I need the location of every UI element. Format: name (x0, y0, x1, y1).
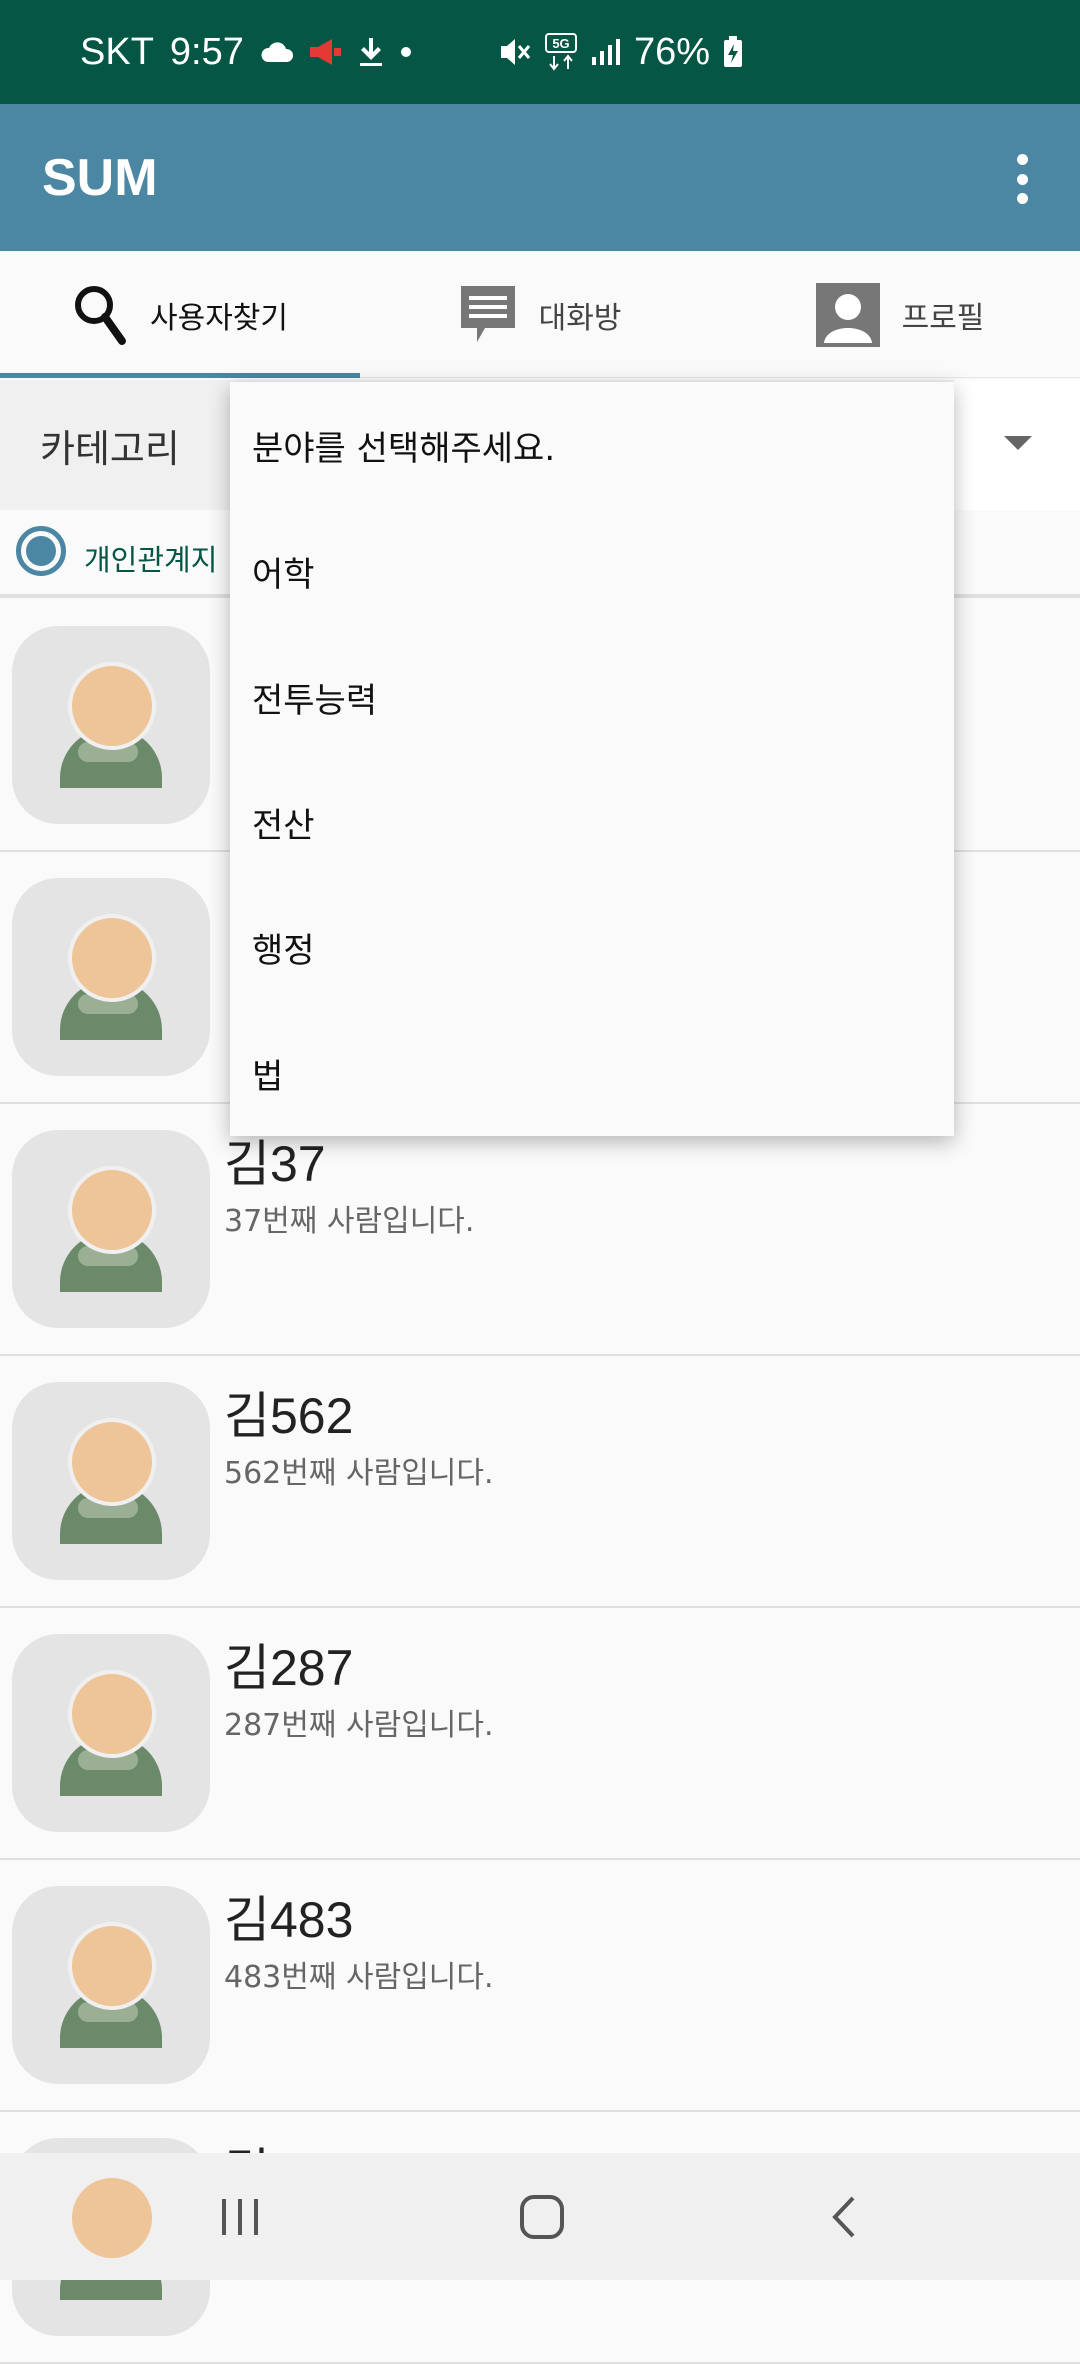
dot-icon (400, 47, 411, 57)
system-nav-bar (0, 2153, 1080, 2280)
avatar (12, 878, 210, 1076)
user-description: 483번째 사람입니다. (224, 1960, 494, 1995)
dropdown-item[interactable]: 분야를 선택해주세요. (230, 382, 954, 508)
user-name: 김287 (224, 1640, 354, 1696)
recents-icon (222, 2198, 258, 2235)
cloud-icon (261, 42, 293, 62)
dropdown-item[interactable]: 어학 (230, 508, 954, 634)
dropdown-item[interactable]: 전투능력 (230, 634, 954, 760)
list-item[interactable]: 김287 287번째 사람입니다. (0, 1608, 1080, 1860)
download-icon (359, 38, 382, 66)
person-icon (815, 282, 880, 347)
tab-label: 대화방 (538, 300, 622, 336)
avatar (12, 1382, 210, 1580)
list-item[interactable]: 김37 37번째 사람입니다. (0, 1104, 1080, 1356)
clock: 9:57 (169, 30, 244, 73)
radio-label: 개인관계지 (84, 543, 218, 577)
back-button[interactable] (744, 2153, 944, 2280)
list-item[interactable]: 김562 562번째 사람입니다. (0, 1356, 1080, 1608)
user-description: 287번째 사람입니다. (224, 1708, 494, 1743)
home-icon (520, 2194, 564, 2239)
category-label: 카테고리 (40, 427, 180, 471)
user-description: 37번째 사람입니다. (224, 1204, 475, 1239)
carrier-label: SKT (80, 30, 154, 73)
mute-icon (501, 39, 531, 65)
user-name: 김483 (224, 1892, 354, 1948)
user-name: 김562 (224, 1388, 354, 1444)
recents-button[interactable] (140, 2153, 340, 2280)
tab-label: 프로필 (901, 300, 985, 336)
tab-profile[interactable]: 프로필 (720, 251, 1080, 378)
user-description: 562번째 사람입니다. (224, 1456, 494, 1491)
back-icon (832, 2196, 855, 2237)
list-item[interactable]: 김483 483번째 사람입니다. (0, 1860, 1080, 2112)
avatar (12, 1634, 210, 1832)
dropdown-item[interactable]: 전산 (230, 759, 954, 885)
status-bar: SKT 9:57 5G 76% (0, 0, 1080, 104)
battery-charging-icon (724, 36, 743, 67)
avatar (12, 1130, 210, 1328)
search-icon (72, 283, 128, 347)
home-button[interactable] (442, 2153, 642, 2280)
megaphone-icon (309, 39, 341, 65)
svg-text:5G: 5G (552, 36, 569, 51)
radio-selected-dot (26, 536, 56, 566)
avatar (12, 1886, 210, 2084)
avatar (12, 626, 210, 824)
tab-user-search[interactable]: 사용자찾기 (0, 251, 360, 378)
dropdown-item[interactable]: 행정 (230, 884, 954, 1010)
tab-label: 사용자찾기 (150, 300, 288, 336)
5g-icon: 5G (545, 33, 577, 71)
signal-icon (592, 39, 620, 65)
app-title: SUM (42, 149, 158, 207)
arrow-drop-down-icon[interactable] (1004, 436, 1032, 450)
app-bar: SUM (0, 104, 1080, 251)
tab-indicator (0, 373, 360, 378)
chat-icon (459, 284, 517, 346)
more-vert-icon[interactable] (1006, 154, 1038, 204)
battery-percent: 76% (634, 30, 711, 73)
category-dropdown-menu: 분야를 선택해주세요. 어학 전투능력 전산 행정 법 (230, 382, 954, 1136)
tab-bar: 사용자찾기 대화방 프로필 (0, 251, 1080, 378)
dropdown-item[interactable]: 법 (230, 1010, 954, 1136)
tab-chat-room[interactable]: 대화방 (360, 251, 720, 378)
